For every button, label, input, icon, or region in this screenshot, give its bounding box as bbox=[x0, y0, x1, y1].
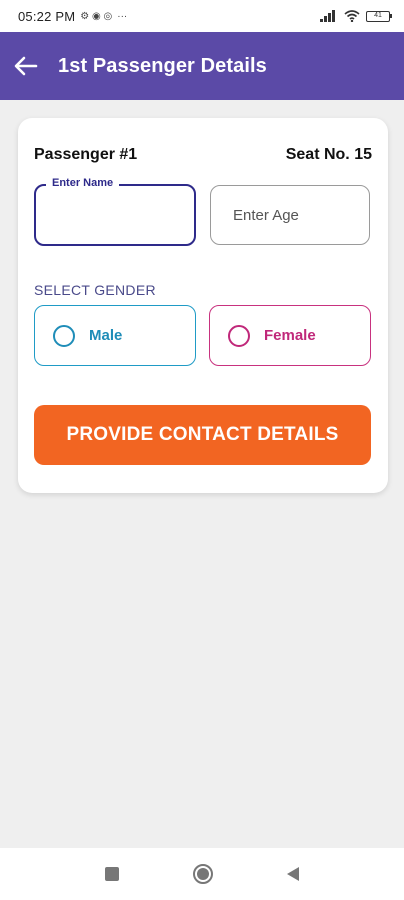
signal-icon bbox=[320, 10, 335, 22]
notification-icons: ⚙ ◉ ◎ bbox=[80, 10, 113, 22]
name-field-label: Enter Name bbox=[46, 177, 120, 189]
name-input[interactable] bbox=[46, 192, 184, 238]
back-arrow-icon bbox=[14, 56, 38, 76]
back-button[interactable] bbox=[12, 52, 40, 80]
recent-apps-icon[interactable] bbox=[105, 867, 119, 881]
status-bar: 05:22 PM ⚙ ◉ ◎ ··· 41 bbox=[0, 0, 404, 32]
page-title: 1st Passenger Details bbox=[58, 54, 267, 77]
home-icon[interactable] bbox=[193, 864, 213, 884]
battery-icon: 41 bbox=[366, 10, 392, 22]
system-nav-bar bbox=[0, 848, 404, 900]
status-left: 05:22 PM ⚙ ◉ ◎ ··· bbox=[18, 9, 127, 24]
female-label: Female bbox=[264, 327, 316, 344]
status-time: 05:22 PM bbox=[18, 8, 76, 24]
screen: 05:22 PM ⚙ ◉ ◎ ··· 41 1st Passenger Deta… bbox=[0, 0, 404, 900]
seat-number-label: Seat No. 15 bbox=[285, 146, 372, 163]
more-notifications-icon: ··· bbox=[117, 10, 128, 22]
card-header: Passenger #1 Seat No. 15 bbox=[34, 146, 372, 164]
provide-contact-details-button[interactable]: PROVIDE CONTACT DETAILS bbox=[34, 405, 371, 465]
name-field[interactable]: Enter Name bbox=[34, 177, 196, 246]
app-bar: 1st Passenger Details bbox=[0, 32, 404, 100]
gender-option-female[interactable]: Female bbox=[209, 305, 371, 366]
gender-option-male[interactable]: Male bbox=[34, 305, 196, 366]
select-gender-label: SELECT GENDER bbox=[34, 282, 156, 298]
age-field[interactable] bbox=[210, 185, 370, 245]
male-radio-icon[interactable] bbox=[53, 324, 75, 347]
passenger-number-label: Passenger #1 bbox=[34, 146, 138, 163]
male-label: Male bbox=[89, 327, 123, 344]
system-back-icon[interactable] bbox=[287, 867, 299, 881]
passenger-card: Passenger #1 Seat No. 15 Enter Name SELE… bbox=[18, 118, 388, 493]
wifi-icon bbox=[344, 10, 360, 22]
female-radio-icon[interactable] bbox=[228, 324, 250, 347]
status-right: 41 bbox=[320, 10, 392, 22]
age-input[interactable] bbox=[233, 190, 359, 240]
